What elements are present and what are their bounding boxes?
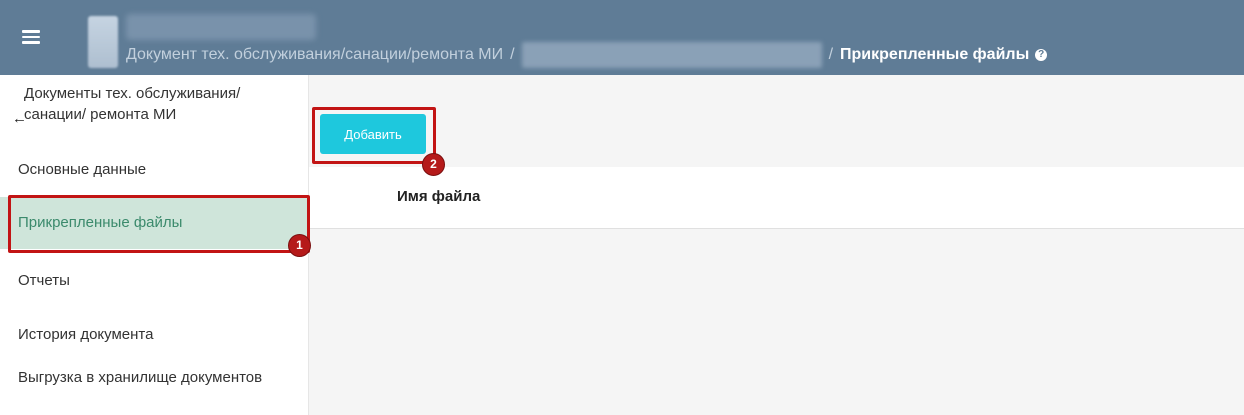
sidebar-item-label: История документа <box>18 326 154 343</box>
sidebar-item-main-data[interactable]: Основные данные <box>0 159 308 183</box>
breadcrumb: Документ тех. обслуживания/санации/ремон… <box>126 40 1048 70</box>
breadcrumb-parent-link[interactable]: Документ тех. обслуживания/санации/ремон… <box>126 46 503 64</box>
hamburger-menu-icon[interactable] <box>22 30 40 44</box>
sidebar-item-label: Основные данные <box>18 161 147 178</box>
annotation-badge-2: 2 <box>422 153 445 176</box>
column-header-file-name[interactable]: Имя файла <box>397 188 480 205</box>
breadcrumb-separator: / <box>510 46 515 63</box>
table-header: Имя файла <box>309 167 1244 229</box>
main-content <box>309 75 1244 415</box>
sidebar-item-attached-files[interactable]: Прикрепленные файлы <box>0 197 308 249</box>
sidebar-item-label: Выгрузка в хранилище документов <box>18 369 263 386</box>
breadcrumb-current: Прикрепленные файлы <box>840 46 1030 63</box>
add-button[interactable]: Добавить <box>320 114 426 154</box>
sidebar-item-reports[interactable]: Отчеты <box>0 265 308 295</box>
sidebar-item-export-to-storage[interactable]: Выгрузка в хранилище документов <box>0 365 308 413</box>
sidebar-back-link[interactable]: ← Документы тех. обслуживания/санации/ р… <box>0 83 300 149</box>
sidebar-item-label: Прикрепленные файлы <box>18 214 183 231</box>
redacted-logo <box>88 16 118 68</box>
sidebar-back-label: Документы тех. обслуживания/санации/ рем… <box>24 85 241 123</box>
annotation-badge-1: 1 <box>288 234 311 257</box>
sidebar-item-document-history[interactable]: История документа <box>0 319 308 349</box>
question-circle-icon[interactable]: ? <box>1035 49 1048 61</box>
redacted-title <box>126 14 316 40</box>
sidebar: ← Документы тех. обслуживания/санации/ р… <box>0 75 309 415</box>
breadcrumb-separator: / <box>828 46 834 63</box>
top-header: Документ тех. обслуживания/санации/ремон… <box>0 0 1244 75</box>
sidebar-item-label: Отчеты <box>18 272 70 289</box>
breadcrumb-redacted-document[interactable] <box>521 42 822 68</box>
